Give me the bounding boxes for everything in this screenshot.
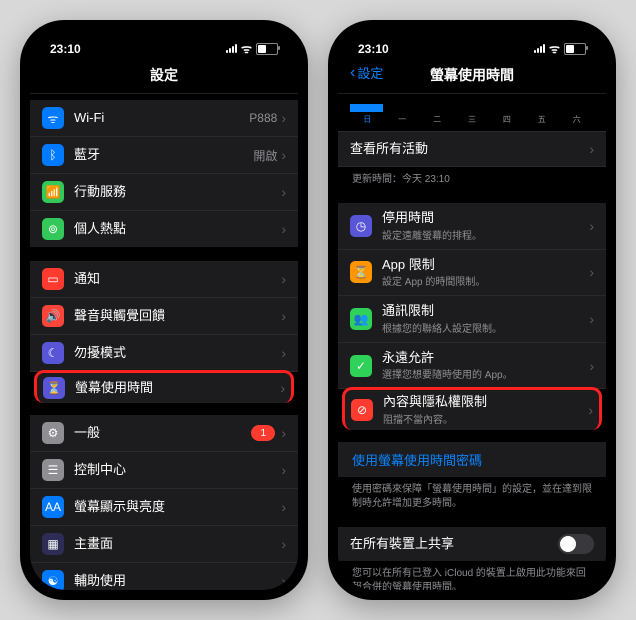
row-allowed[interactable]: ✓ 永遠允許 選擇您想要隨時使用的 App。 › xyxy=(338,343,606,390)
chevron-right-icon: › xyxy=(281,110,286,126)
antenna-icon: 📶 xyxy=(42,181,64,203)
accessibility-icon: ☯ xyxy=(42,570,64,590)
phone-left: 23:10 ᯤ 設定 ᯤ Wi-Fi P888 › ᛒ 藍牙 xyxy=(20,20,308,600)
display-icon: AA xyxy=(42,496,64,518)
see-all-activity[interactable]: 查看所有活動 › xyxy=(338,131,606,167)
chevron-right-icon: › xyxy=(588,402,593,418)
notifications-icon: ▭ xyxy=(42,268,64,290)
chevron-right-icon: › xyxy=(589,358,594,374)
page-title: 螢幕使用時間 xyxy=(350,65,594,85)
settings-row-bluetooth[interactable]: ᛒ 藍牙 開啟 › xyxy=(30,137,298,174)
check-icon: ✓ xyxy=(350,355,372,377)
settings-row-display[interactable]: AA 螢幕顯示與亮度 › xyxy=(30,489,298,526)
chevron-right-icon: › xyxy=(589,264,594,280)
nav-bar: 設定 xyxy=(30,59,298,94)
chevron-right-icon: › xyxy=(281,425,286,441)
settings-row-hotspot[interactable]: ⊚ 個人熱點 › xyxy=(30,211,298,247)
settings-row-general[interactable]: ⚙ 一般 1 › xyxy=(30,415,298,452)
battery-icon xyxy=(256,43,278,55)
chevron-right-icon: › xyxy=(281,147,286,163)
chevron-right-icon: › xyxy=(281,462,286,478)
chevron-right-icon: › xyxy=(281,184,286,200)
chevron-right-icon: › xyxy=(589,141,594,157)
signal-icon xyxy=(534,44,545,53)
chevron-right-icon: › xyxy=(281,573,286,589)
chevron-right-icon: › xyxy=(589,311,594,327)
chevron-right-icon: › xyxy=(589,218,594,234)
signal-icon xyxy=(226,44,237,53)
grid-icon: ▦ xyxy=(42,533,64,555)
clock: 23:10 xyxy=(358,42,389,56)
row-content-privacy[interactable]: ⊘ 內容與隱私權限制 阻擋不當內容。 › xyxy=(342,387,602,430)
bluetooth-icon: ᛒ xyxy=(42,144,64,166)
row-label: Wi-Fi xyxy=(74,110,249,126)
settings-row-screentime[interactable]: ⏳ 螢幕使用時間 › xyxy=(34,370,294,403)
badge-count: 1 xyxy=(251,425,275,441)
wifi-icon: ᯤ xyxy=(42,107,64,129)
settings-row-cellular[interactable]: 📶 行動服務 › xyxy=(30,174,298,211)
row-share-devices[interactable]: 在所有裝置上共享 xyxy=(338,527,606,561)
back-button[interactable]: ‹ 設定 xyxy=(350,63,383,82)
sounds-icon: 🔊 xyxy=(42,305,64,327)
sliders-icon: ☰ xyxy=(42,459,64,481)
hourglass-icon: ⏳ xyxy=(43,377,65,399)
clock: 23:10 xyxy=(50,42,81,56)
use-passcode-link[interactable]: 使用螢幕使用時間密碼 xyxy=(338,442,606,477)
settings-row-wifi[interactable]: ᯤ Wi-Fi P888 › xyxy=(30,100,298,137)
settings-row-sounds[interactable]: 🔊 聲音與觸覺回饋 › xyxy=(30,298,298,335)
passcode-note: 使用密碼來保障「螢幕使用時間」的設定，並在達到限制時允許增加更多時間。 xyxy=(338,477,606,513)
settings-row-accessibility[interactable]: ☯ 輔助使用 › xyxy=(30,563,298,590)
person-icon: 👥 xyxy=(350,308,372,330)
row-applimits[interactable]: ⏳ App 限制 設定 App 的時間限制。 › xyxy=(338,250,606,297)
settings-row-dnd[interactable]: ☾ 勿擾模式 › xyxy=(30,335,298,372)
chevron-right-icon: › xyxy=(281,221,286,237)
row-communication[interactable]: 👥 通訊限制 根據您的聯絡人設定限制。 › xyxy=(338,296,606,343)
wifi-status-icon: ᯤ xyxy=(549,40,560,57)
settings-row-controlcenter[interactable]: ☰ 控制中心 › xyxy=(30,452,298,489)
battery-icon xyxy=(564,43,586,55)
chevron-right-icon: › xyxy=(280,380,285,396)
row-downtime[interactable]: ◷ 停用時間 設定遠離螢幕的排程。 › xyxy=(338,203,606,250)
chevron-right-icon: › xyxy=(281,308,286,324)
row-value: P888 xyxy=(249,111,277,125)
chevron-right-icon: › xyxy=(281,536,286,552)
chevron-right-icon: › xyxy=(281,271,286,287)
phone-right: 23:10 ᯤ ‹ 設定 螢幕使用時間 日一二三四五六 查看所有活動 xyxy=(328,20,616,600)
hotspot-icon: ⊚ xyxy=(42,218,64,240)
wifi-status-icon: ᯤ xyxy=(241,40,252,57)
share-toggle[interactable] xyxy=(558,534,594,554)
usage-chart: 日一二三四五六 xyxy=(338,94,606,131)
hourglass-icon: ⏳ xyxy=(350,261,372,283)
gear-icon: ⚙ xyxy=(42,422,64,444)
clock-icon: ◷ xyxy=(350,215,372,237)
settings-row-homescreen[interactable]: ▦ 主畫面 › xyxy=(30,526,298,563)
prohibit-icon: ⊘ xyxy=(351,399,373,421)
moon-icon: ☾ xyxy=(42,342,64,364)
share-note: 您可以在所有已登入 iCloud 的裝置上啟用此功能來回報合併的螢幕使用時間。 xyxy=(338,561,606,590)
page-title: 設定 xyxy=(42,65,286,85)
chevron-right-icon: › xyxy=(281,345,286,361)
nav-bar: ‹ 設定 螢幕使用時間 xyxy=(338,59,606,94)
chevron-right-icon: › xyxy=(281,499,286,515)
update-time: 更新時間：今天 23:10 xyxy=(338,167,606,189)
chevron-left-icon: ‹ xyxy=(350,65,355,81)
settings-row-notifications[interactable]: ▭ 通知 › xyxy=(30,261,298,298)
